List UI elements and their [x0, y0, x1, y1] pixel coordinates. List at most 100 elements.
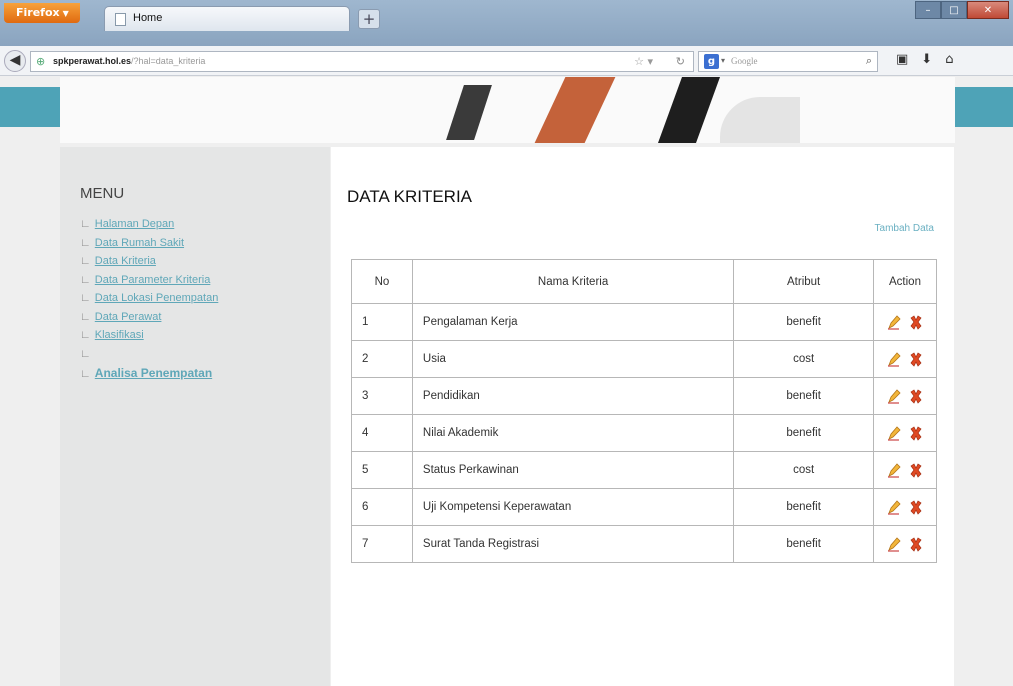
cell-action: [873, 525, 937, 563]
column-header-action: Action: [873, 259, 937, 304]
cell-nama-kriteria: Pendidikan: [411, 377, 735, 415]
header-accent-right: [955, 87, 1013, 127]
column-header-nama-kriteria: Nama Kriteria: [411, 259, 735, 304]
sidebar-link[interactable]: Data Perawat: [95, 311, 162, 323]
tab-title: Home: [133, 12, 163, 24]
cell-action: [873, 303, 937, 341]
table-row: 4 Nilai Akademik benefit: [351, 414, 937, 452]
cell-no: 2: [351, 340, 413, 378]
cell-nama-kriteria: Status Perkawinan: [411, 451, 735, 489]
url-domain: spkperawat.hol.es: [53, 56, 132, 66]
sidebar-link[interactable]: Klasifikasi: [95, 329, 144, 341]
search-icon[interactable]: ⌕: [866, 54, 872, 68]
sidebar-link[interactable]: Halaman Depan: [95, 218, 175, 230]
page-title: DATA KRITERIA: [347, 187, 473, 206]
sidebar-link[interactable]: Data Kriteria: [95, 255, 156, 267]
delete-icon[interactable]: [909, 314, 923, 330]
cell-action: [873, 340, 937, 378]
address-bar[interactable]: ⊕ spkperawat.hol.es/?hal=data_kriteria ☆…: [30, 51, 694, 72]
delete-icon[interactable]: [909, 536, 923, 552]
edit-icon[interactable]: [887, 425, 901, 441]
sidebar-item-analisa-penempatan[interactable]: ∟ Analisa Penempatan: [80, 366, 218, 385]
browser-tab-home[interactable]: Home: [104, 6, 350, 31]
table-body: 1 Pengalaman Kerja benefit 2 Usia cost 3: [351, 303, 937, 563]
table-row: 6 Uji Kompetensi Keperawatan benefit: [351, 488, 937, 526]
main-content: DATA KRITERIA Tambah Data No Nama Kriter…: [331, 147, 954, 686]
edit-icon[interactable]: [887, 499, 901, 515]
cell-atribut: cost: [733, 340, 874, 378]
close-window-button[interactable]: ✕: [967, 1, 1009, 19]
window-controls: – □ ✕: [915, 1, 1009, 21]
sidebar-item-klasifikasi[interactable]: ∟ Klasifikasi: [80, 329, 218, 348]
cell-action: [873, 414, 937, 452]
sidebar-link[interactable]: Data Parameter Kriteria: [95, 274, 211, 286]
header-banner-image: [60, 77, 955, 143]
edit-icon[interactable]: [887, 388, 901, 404]
cell-nama-kriteria: Nilai Akademik: [411, 414, 735, 452]
column-header-no: No: [351, 259, 413, 304]
edit-icon[interactable]: [887, 314, 901, 330]
add-data-link[interactable]: Tambah Data: [875, 223, 934, 234]
sidebar-item-halaman-depan[interactable]: ∟ Halaman Depan: [80, 218, 218, 237]
sidebar-item-data-parameter-kriteria[interactable]: ∟ Data Parameter Kriteria: [80, 274, 218, 293]
header-accent-left: [0, 87, 60, 127]
delete-icon[interactable]: [909, 388, 923, 404]
chevron-down-icon[interactable]: ▾: [721, 56, 725, 65]
cell-no: 5: [351, 451, 413, 489]
table-row: 3 Pendidikan benefit: [351, 377, 937, 415]
web-page: MENU ∟ Halaman Depan ∟ Data Rumah Sakit ∟ D…: [0, 77, 1013, 686]
bookmark-star-icon[interactable]: ☆ ▾: [634, 55, 653, 68]
url-text: spkperawat.hol.es/?hal=data_kriteria: [53, 56, 205, 66]
sidebar-link[interactable]: Data Lokasi Penempatan: [95, 292, 219, 304]
minimize-button[interactable]: –: [915, 1, 941, 19]
sidebar-link[interactable]: Analisa Penempatan: [95, 366, 212, 380]
edit-icon[interactable]: [887, 462, 901, 478]
table-row: 2 Usia cost: [351, 340, 937, 378]
cell-action: [873, 488, 937, 526]
table-header-row: No Nama Kriteria Atribut Action: [351, 259, 937, 304]
sidebar-link[interactable]: Data Rumah Sakit: [95, 237, 184, 249]
cell-atribut: benefit: [733, 377, 874, 415]
cell-action: [873, 451, 937, 489]
sidebar: MENU ∟ Halaman Depan ∟ Data Rumah Sakit ∟ D…: [60, 147, 330, 686]
chevron-down-icon: ▼: [62, 9, 69, 18]
home-icon[interactable]: ⌂: [945, 52, 953, 67]
cell-nama-kriteria: Pengalaman Kerja: [411, 303, 735, 341]
sidebar-item-data-rumah-sakit[interactable]: ∟ Data Rumah Sakit: [80, 237, 218, 256]
search-bar[interactable]: g ▾ Google ⌕: [698, 51, 878, 72]
google-search-engine-icon[interactable]: g: [704, 54, 719, 69]
maximize-button[interactable]: □: [941, 1, 967, 19]
page-icon: [115, 13, 126, 26]
cell-action: [873, 377, 937, 415]
cell-nama-kriteria: Uji Kompetensi Keperawatan: [411, 488, 735, 526]
back-button[interactable]: ◀: [4, 50, 26, 72]
cell-no: 4: [351, 414, 413, 452]
browser-titlebar: Firefox ▼ Home + – □ ✕: [0, 0, 1013, 46]
edit-icon[interactable]: [887, 536, 901, 552]
edit-icon[interactable]: [887, 351, 901, 367]
new-tab-button[interactable]: +: [358, 9, 380, 29]
firefox-menu-button[interactable]: Firefox ▼: [4, 3, 80, 23]
sidebar-item-data-lokasi-penempatan[interactable]: ∟ Data Lokasi Penempatan: [80, 292, 218, 311]
cell-no: 1: [351, 303, 413, 341]
site-identity-icon[interactable]: ⊕: [36, 55, 45, 68]
cell-atribut: cost: [733, 451, 874, 489]
menu-title: MENU: [80, 185, 125, 202]
sidebar-item-data-perawat[interactable]: ∟ Data Perawat: [80, 311, 218, 330]
criteria-table: No Nama Kriteria Atribut Action 1 Pengal…: [351, 259, 937, 563]
delete-icon[interactable]: [909, 351, 923, 367]
table-row: 7 Surat Tanda Registrasi benefit: [351, 525, 937, 563]
table-row: 5 Status Perkawinan cost: [351, 451, 937, 489]
cell-nama-kriteria: Surat Tanda Registrasi: [411, 525, 735, 563]
download-icon[interactable]: ⬇: [921, 52, 932, 67]
delete-icon[interactable]: [909, 462, 923, 478]
sidebar-item-data-kriteria[interactable]: ∟ Data Kriteria: [80, 255, 218, 274]
delete-icon[interactable]: [909, 499, 923, 515]
reload-icon[interactable]: ↻: [676, 55, 685, 68]
sidebar-menu: ∟ Halaman Depan ∟ Data Rumah Sakit ∟ Data K…: [80, 218, 218, 385]
delete-icon[interactable]: [909, 425, 923, 441]
bookmarks-icon[interactable]: ▣: [896, 52, 908, 67]
column-header-atribut: Atribut: [733, 259, 874, 304]
cell-no: 3: [351, 377, 413, 415]
cell-atribut: benefit: [733, 488, 874, 526]
